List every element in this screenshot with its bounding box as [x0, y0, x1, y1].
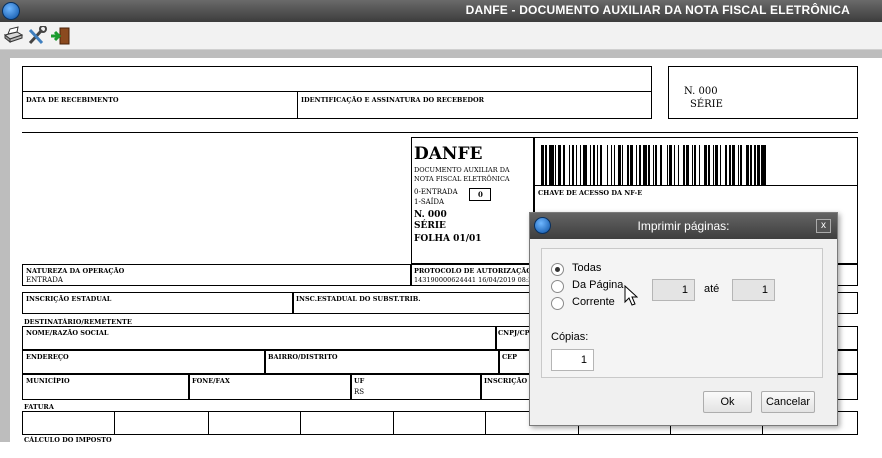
uf-label: UF [354, 377, 365, 385]
cep-label: CEP [502, 353, 518, 361]
window-titlebar: DANFE - DOCUMENTO AUXILIAR DA NOTA FISCA… [0, 0, 882, 22]
identificacao-label: IDENTIFICAÇÃO E ASSINATURA DO RECEBEDOR [301, 96, 485, 104]
printer-icon[interactable] [2, 26, 24, 46]
inscricao-label: INSCRIÇÃO E [484, 377, 535, 385]
destinatario-label: DESTINATÁRIO/REMETENTE [24, 318, 132, 326]
app-icon[interactable] [2, 2, 20, 20]
fone-label: FONE/FAX [192, 377, 230, 385]
cancel-button[interactable]: Cancelar [761, 391, 815, 413]
radio-corrente[interactable] [551, 297, 564, 310]
receipt-numero: N. 000 [684, 86, 718, 97]
danfe-subtitle-1: DOCUMENTO AUXILIAR DA [414, 166, 510, 174]
protocolo-value: 143190000624441 16/04/2019 08:3 [414, 276, 533, 284]
uf-value: RS [354, 388, 365, 396]
ate-label: até [704, 283, 720, 295]
danfe-folha: FOLHA 01/01 [414, 234, 482, 244]
ie-label: INSCRIÇÃO ESTADUAL [26, 295, 112, 303]
natureza-value: ENTRADA [26, 276, 63, 284]
barcode [541, 145, 849, 185]
endereco-label: ENDEREÇO [26, 353, 69, 361]
exit-icon[interactable] [50, 26, 72, 46]
nome-label: NOME/RAZÃO SOCIAL [26, 329, 109, 337]
receipt-serie: SÉRIE [690, 99, 723, 110]
data-recebimento-label: DATA DE RECEBIMENTO [26, 96, 119, 104]
bairro-label: BAIRRO/DISTRITO [268, 353, 338, 361]
to-page-input[interactable]: 1 [732, 279, 775, 301]
danfe-title: DANFE [414, 144, 483, 164]
ie-st-label: INSC.ESTADUAL DO SUBST.TRIB. [296, 295, 421, 303]
window-title: DANFE - DOCUMENTO AUXILIAR DA NOTA FISCA… [465, 3, 850, 17]
protocolo-label: PROTOCOLO DE AUTORIZAÇÃO D [414, 267, 540, 275]
receipt-box [22, 66, 652, 119]
tools-icon[interactable] [26, 25, 48, 46]
fatura-label: FATURA [24, 403, 54, 411]
copias-label: Cópias: [551, 331, 589, 343]
print-pages-dialog: Imprimir páginas: x Todas Da Página Corr… [529, 212, 838, 426]
chave-label: CHAVE DE ACESSO DA NF-E [538, 189, 643, 197]
cnpj-label: CNPJ/CP [498, 329, 530, 337]
radio-corrente-label[interactable]: Corrente [572, 296, 615, 308]
danfe-subtitle-2: NOTA FISCAL ELETRÔNICA [414, 175, 510, 183]
toolbar [0, 22, 882, 50]
copias-input[interactable]: 1 [551, 349, 594, 371]
dialog-title: Imprimir páginas: [637, 219, 730, 233]
from-page-input[interactable]: 1 [652, 279, 695, 301]
ok-button[interactable]: Ok [703, 391, 752, 413]
saida-label: 1-SAÍDA [414, 198, 445, 206]
radio-da-pagina[interactable] [551, 280, 564, 293]
calculo-label: CÁLCULO DO IMPOSTO [24, 436, 112, 444]
danfe-serie: SÉRIE [414, 221, 446, 231]
page-range-panel: Todas Da Página Corrente 1 até 1 Cópias:… [541, 248, 823, 378]
entrada-label: 0-ENTRADA [414, 188, 458, 196]
municipio-label: MUNICÍPIO [26, 377, 70, 385]
dialog-titlebar: Imprimir páginas: x [530, 213, 837, 239]
radio-todas-label[interactable]: Todas [572, 262, 601, 274]
radio-todas[interactable] [551, 263, 564, 276]
danfe-numero: N. 000 [414, 210, 447, 220]
close-button[interactable]: x [816, 219, 831, 233]
radio-da-pagina-label[interactable]: Da Página [572, 279, 623, 291]
mouse-cursor-icon [624, 285, 638, 306]
natureza-label: NATUREZA DA OPERAÇÃO [26, 267, 125, 275]
tipo-value: 0 [478, 190, 483, 199]
